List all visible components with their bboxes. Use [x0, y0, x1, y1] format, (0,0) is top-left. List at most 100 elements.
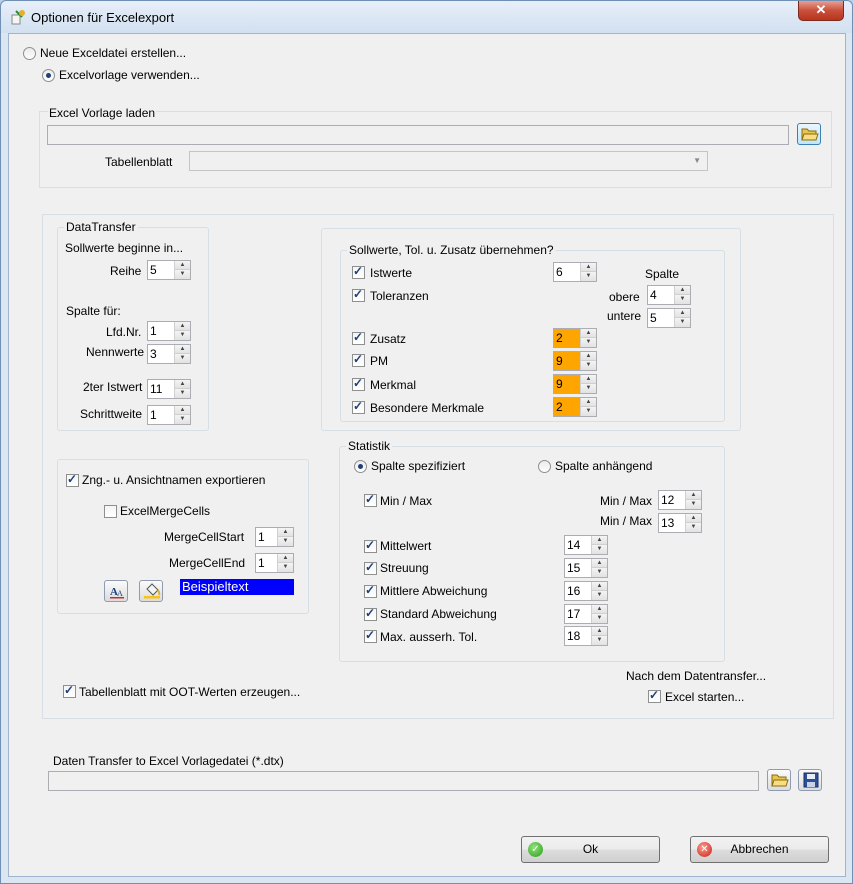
- spin-down-icon[interactable]: ▼: [592, 545, 607, 554]
- spin-down-icon[interactable]: ▼: [175, 270, 190, 279]
- spin-down-icon[interactable]: ▼: [175, 354, 190, 363]
- besondere-spinner[interactable]: 2 ▲ ▼: [553, 397, 597, 417]
- pm-spinner[interactable]: 9 ▲ ▼: [553, 351, 597, 371]
- standard-checkbox[interactable]: [364, 606, 377, 621]
- open-dtx-button[interactable]: [767, 769, 791, 791]
- spin-down-icon[interactable]: ▼: [175, 331, 190, 340]
- spin-up-icon[interactable]: ▲: [278, 528, 293, 537]
- untere-spinner[interactable]: 5 ▲ ▼: [647, 308, 691, 328]
- cancel-button[interactable]: ✕ Abbrechen: [690, 836, 829, 863]
- spin-up-icon[interactable]: ▲: [686, 491, 701, 500]
- spin-up-icon[interactable]: ▲: [175, 261, 190, 270]
- lfdnr-spinner[interactable]: 1 ▲ ▼: [147, 321, 191, 341]
- spin-down-icon[interactable]: ▼: [592, 636, 607, 645]
- schrittweite-spinner[interactable]: 1 ▲ ▼: [147, 405, 191, 425]
- spin-up-icon[interactable]: ▲: [581, 352, 596, 361]
- spin-down-icon[interactable]: ▼: [675, 295, 690, 304]
- folder-open-icon: [771, 774, 789, 787]
- spin-up-icon[interactable]: ▲: [581, 375, 596, 384]
- spin-up-icon[interactable]: ▲: [175, 380, 190, 389]
- font-button[interactable]: A A: [104, 580, 128, 602]
- ok-button[interactable]: ✓ Ok: [521, 836, 660, 863]
- minmax2-spinner[interactable]: 13 ▲ ▼: [658, 513, 702, 533]
- toleranzen-checkbox[interactable]: [352, 287, 365, 302]
- mittlere-spinner[interactable]: 16 ▲ ▼: [564, 581, 608, 601]
- use-template-radio[interactable]: [42, 69, 55, 82]
- istwerte-spinner[interactable]: 6 ▲ ▼: [553, 262, 597, 282]
- minmax-checkbox[interactable]: [364, 492, 377, 507]
- spin-up-icon[interactable]: ▲: [592, 605, 607, 614]
- new-file-radio[interactable]: [23, 47, 36, 60]
- maxausserh-spinner[interactable]: 18 ▲ ▼: [564, 626, 608, 646]
- maxausserh-checkbox[interactable]: [364, 628, 377, 643]
- istwerte-checkbox[interactable]: [352, 264, 365, 279]
- spin-up-icon[interactable]: ▲: [686, 514, 701, 523]
- zusatz-checkbox[interactable]: [352, 330, 365, 345]
- title-bar[interactable]: Optionen für Excelexport ✕: [1, 1, 852, 33]
- spalte-anhaengend-radio[interactable]: [538, 460, 551, 473]
- spin-down-icon[interactable]: ▼: [581, 272, 596, 281]
- color-button[interactable]: [139, 580, 163, 602]
- merkmal-spinner[interactable]: 9 ▲ ▼: [553, 374, 597, 394]
- mittelwert-spinner[interactable]: 14 ▲ ▼: [564, 535, 608, 555]
- spin-up-icon[interactable]: ▲: [175, 322, 190, 331]
- besondere-checkbox[interactable]: [352, 399, 365, 414]
- obere-spinner[interactable]: 4 ▲ ▼: [647, 285, 691, 305]
- spin-up-icon[interactable]: ▲: [592, 627, 607, 636]
- spin-up-icon[interactable]: ▲: [581, 398, 596, 407]
- spin-down-icon[interactable]: ▼: [581, 384, 596, 393]
- oot-checkbox[interactable]: [63, 683, 76, 698]
- nennwerte-spinner[interactable]: 3 ▲ ▼: [147, 344, 191, 364]
- ok-label: Ok: [582, 842, 599, 856]
- spin-down-icon[interactable]: ▼: [592, 568, 607, 577]
- sheet-combobox[interactable]: ▼: [189, 151, 708, 171]
- spin-down-icon[interactable]: ▼: [175, 415, 190, 424]
- spin-down-icon[interactable]: ▼: [686, 500, 701, 509]
- mergestart-spinner[interactable]: 1 ▲ ▼: [255, 527, 294, 547]
- spin-up-icon[interactable]: ▲: [675, 286, 690, 295]
- merkmal-checkbox[interactable]: [352, 376, 365, 391]
- spin-up-icon[interactable]: ▲: [278, 554, 293, 563]
- close-button[interactable]: ✕: [798, 1, 844, 21]
- save-dtx-button[interactable]: [798, 769, 822, 791]
- standard-spinner[interactable]: 17 ▲ ▼: [564, 604, 608, 624]
- streuung-checkbox[interactable]: [364, 560, 377, 575]
- spin-down-icon[interactable]: ▼: [175, 389, 190, 398]
- nennwerte-label: Nennwerte: [86, 345, 145, 359]
- zusatz-spinner[interactable]: 2 ▲ ▼: [553, 328, 597, 348]
- zusatz-label: Zusatz: [370, 332, 407, 346]
- spin-down-icon[interactable]: ▼: [686, 523, 701, 532]
- excel-starten-checkbox[interactable]: [648, 688, 661, 703]
- spin-down-icon[interactable]: ▼: [278, 563, 293, 572]
- mergeend-spinner[interactable]: 1 ▲ ▼: [255, 553, 294, 573]
- export-names-checkbox[interactable]: [66, 472, 79, 487]
- spin-up-icon[interactable]: ▲: [592, 536, 607, 545]
- spalte-spezifiziert-radio[interactable]: [354, 460, 367, 473]
- mittlere-checkbox[interactable]: [364, 583, 377, 598]
- spin-up-icon[interactable]: ▲: [581, 263, 596, 272]
- mergecells-label: ExcelMergeCells: [120, 504, 211, 518]
- spin-down-icon[interactable]: ▼: [581, 338, 596, 347]
- streuung-spinner[interactable]: 15 ▲ ▼: [564, 558, 608, 578]
- spin-down-icon[interactable]: ▼: [675, 318, 690, 327]
- pm-checkbox[interactable]: [352, 352, 365, 367]
- spin-up-icon[interactable]: ▲: [175, 406, 190, 415]
- template-path-field[interactable]: [47, 125, 789, 145]
- spin-down-icon[interactable]: ▼: [581, 407, 596, 416]
- minmax1-spinner[interactable]: 12 ▲ ▼: [658, 490, 702, 510]
- spin-down-icon[interactable]: ▼: [592, 614, 607, 623]
- spin-down-icon[interactable]: ▼: [581, 361, 596, 370]
- dtx-path-field[interactable]: [48, 771, 759, 791]
- spin-up-icon[interactable]: ▲: [675, 309, 690, 318]
- mergecells-checkbox[interactable]: [104, 505, 117, 518]
- spin-up-icon[interactable]: ▲: [592, 559, 607, 568]
- istwert2-spinner[interactable]: 11 ▲ ▼: [147, 379, 191, 399]
- mittelwert-checkbox[interactable]: [364, 538, 377, 553]
- open-template-button[interactable]: [797, 123, 821, 145]
- spin-up-icon[interactable]: ▲: [581, 329, 596, 338]
- spin-up-icon[interactable]: ▲: [592, 582, 607, 591]
- spin-down-icon[interactable]: ▼: [592, 591, 607, 600]
- spin-down-icon[interactable]: ▼: [278, 537, 293, 546]
- spin-up-icon[interactable]: ▲: [175, 345, 190, 354]
- reihe-spinner[interactable]: 5 ▲ ▼: [147, 260, 191, 280]
